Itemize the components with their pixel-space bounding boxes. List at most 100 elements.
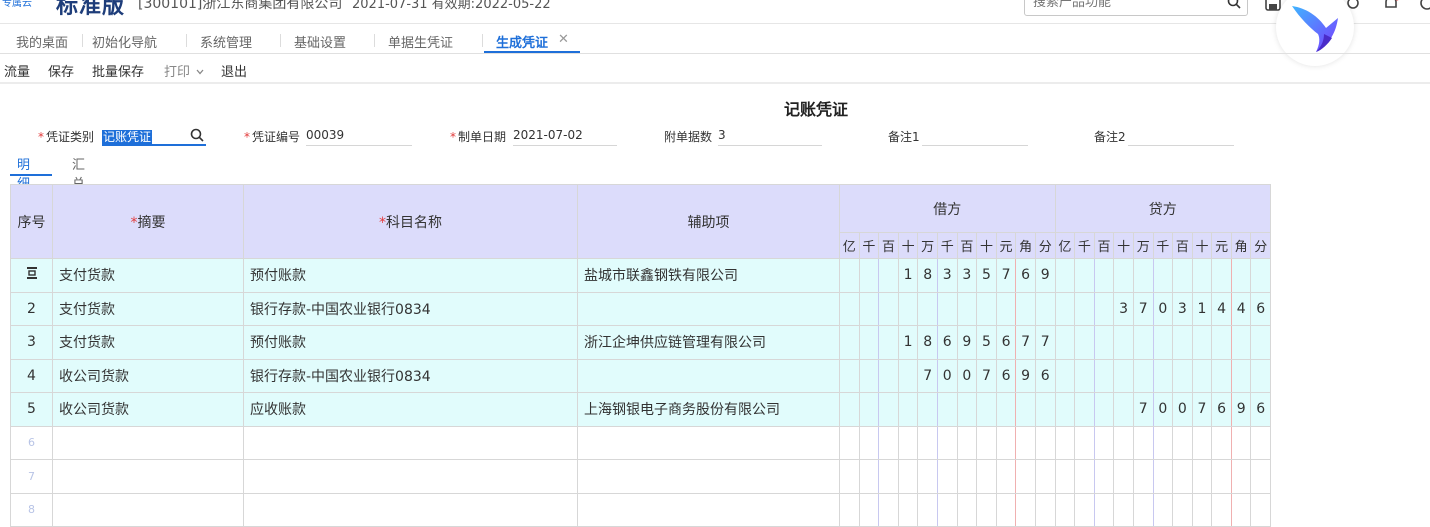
voucher-type-field[interactable]: 记账凭证	[102, 128, 206, 146]
attachment-count-field[interactable]: 3	[718, 128, 822, 146]
empty-cell[interactable]	[577, 425, 840, 460]
empty-digit-cell[interactable]	[936, 492, 958, 527]
empty-digit-cell[interactable]	[1230, 425, 1252, 460]
credit-digit-cell[interactable]	[1054, 325, 1076, 360]
voucher-row[interactable]: 5 收公司货款 应收账款 上海钢银电子商务股份有限公司 7 0 0 7 6 9 6	[10, 392, 1272, 427]
row-aux-cell[interactable]	[577, 291, 840, 326]
empty-digit-cell[interactable]	[995, 492, 1017, 527]
credit-digit-cell[interactable]	[1113, 392, 1134, 427]
row-summary-cell[interactable]: 支付货款	[52, 258, 244, 293]
debit-digit-cell[interactable]: 1	[897, 325, 919, 360]
debit-digit-cell[interactable]	[858, 325, 880, 360]
empty-digit-cell[interactable]	[995, 425, 1017, 460]
credit-digit-cell[interactable]	[1191, 358, 1213, 393]
empty-digit-cell[interactable]	[1230, 492, 1252, 527]
empty-digit-cell[interactable]	[1211, 425, 1232, 460]
debit-digit-cell[interactable]	[917, 291, 938, 326]
credit-digit-cell[interactable]	[1211, 325, 1232, 360]
debit-digit-cell[interactable]	[878, 291, 899, 326]
credit-digit-cell[interactable]	[1230, 325, 1252, 360]
empty-cell[interactable]	[52, 492, 244, 527]
debit-digit-cell[interactable]	[858, 258, 880, 293]
empty-digit-cell[interactable]	[1034, 459, 1056, 494]
debit-digit-cell[interactable]: 6	[995, 358, 1017, 393]
credit-digit-cell[interactable]	[1093, 392, 1115, 427]
credit-digit-cell[interactable]: 4	[1211, 291, 1232, 326]
empty-digit-cell[interactable]	[1132, 492, 1154, 527]
credit-digit-cell[interactable]: 3	[1113, 291, 1134, 326]
credit-digit-cell[interactable]	[1191, 325, 1213, 360]
credit-digit-cell[interactable]	[1152, 325, 1174, 360]
empty-digit-cell[interactable]	[1152, 425, 1174, 460]
debit-digit-cell[interactable]	[995, 291, 1017, 326]
empty-digit-cell[interactable]	[1191, 425, 1213, 460]
debit-digit-cell[interactable]	[1034, 291, 1056, 326]
debit-digit-cell[interactable]	[878, 325, 899, 360]
empty-digit-cell[interactable]	[976, 459, 997, 494]
empty-digit-cell[interactable]	[897, 425, 919, 460]
row-account-cell[interactable]: 银行存款-中国农业银行0834	[243, 358, 578, 393]
debit-digit-cell[interactable]: 7	[1034, 325, 1056, 360]
row-account-cell[interactable]: 预付账款	[243, 258, 578, 293]
debit-digit-cell[interactable]	[839, 291, 860, 326]
credit-digit-cell[interactable]: 3	[1172, 291, 1193, 326]
debit-digit-cell[interactable]: 7	[1015, 325, 1036, 360]
print-button[interactable]: 打印	[164, 61, 204, 80]
empty-digit-cell[interactable]	[897, 492, 919, 527]
tab-system-mgmt[interactable]: 系统管理	[200, 32, 252, 51]
empty-digit-cell[interactable]	[1191, 492, 1213, 527]
voucher-number-field[interactable]: 00039	[306, 128, 412, 146]
credit-digit-cell[interactable]: 7	[1132, 392, 1154, 427]
empty-digit-cell[interactable]	[1015, 425, 1036, 460]
row-aux-cell[interactable]: 上海钢银电子商务股份有限公司	[577, 392, 840, 427]
credit-digit-cell[interactable]	[1074, 358, 1095, 393]
empty-digit-cell[interactable]	[1093, 425, 1115, 460]
debit-digit-cell[interactable]: 3	[956, 258, 978, 293]
empty-digit-cell[interactable]	[995, 459, 1017, 494]
empty-digit-cell[interactable]	[1132, 459, 1154, 494]
debit-digit-cell[interactable]	[878, 392, 899, 427]
credit-digit-cell[interactable]: 7	[1132, 291, 1154, 326]
empty-digit-cell[interactable]	[956, 459, 978, 494]
row-account-cell[interactable]: 应收账款	[243, 392, 578, 427]
empty-digit-cell[interactable]	[1054, 459, 1076, 494]
credit-digit-cell[interactable]	[1054, 358, 1076, 393]
empty-digit-cell[interactable]	[1152, 492, 1174, 527]
credit-digit-cell[interactable]: 4	[1230, 291, 1252, 326]
debit-digit-cell[interactable]	[956, 392, 978, 427]
empty-digit-cell[interactable]	[1211, 492, 1232, 527]
debit-digit-cell[interactable]: 9	[956, 325, 978, 360]
empty-digit-cell[interactable]	[1250, 492, 1272, 527]
debit-digit-cell[interactable]: 5	[976, 258, 997, 293]
empty-digit-cell[interactable]	[917, 492, 938, 527]
debit-digit-cell[interactable]: 9	[1034, 258, 1056, 293]
empty-digit-cell[interactable]	[936, 425, 958, 460]
empty-digit-cell[interactable]	[917, 459, 938, 494]
empty-cell[interactable]	[577, 492, 840, 527]
credit-digit-cell[interactable]	[1211, 358, 1232, 393]
credit-digit-cell[interactable]	[1093, 291, 1115, 326]
debit-digit-cell[interactable]: 3	[936, 258, 958, 293]
empty-digit-cell[interactable]	[839, 492, 860, 527]
credit-digit-cell[interactable]	[1113, 358, 1134, 393]
debit-digit-cell[interactable]	[858, 358, 880, 393]
debit-digit-cell[interactable]	[839, 325, 860, 360]
credit-digit-cell[interactable]	[1074, 258, 1095, 293]
credit-digit-cell[interactable]	[1152, 258, 1174, 293]
row-insert-icon[interactable]	[25, 266, 39, 280]
tab-init-guide[interactable]: 初始化导航	[92, 32, 157, 51]
empty-digit-cell[interactable]	[1034, 492, 1056, 527]
debit-digit-cell[interactable]: 9	[1015, 358, 1036, 393]
empty-cell[interactable]	[243, 425, 578, 460]
voucher-row-empty[interactable]: 8	[10, 492, 1272, 527]
credit-digit-cell[interactable]	[1093, 325, 1115, 360]
tab-generate-voucher[interactable]: 生成凭证	[496, 32, 548, 51]
row-index[interactable]: 5	[10, 392, 53, 427]
credit-digit-cell[interactable]	[1093, 358, 1115, 393]
debit-digit-cell[interactable]	[897, 291, 919, 326]
empty-digit-cell[interactable]	[1211, 459, 1232, 494]
tab-my-desktop[interactable]: 我的桌面	[16, 32, 68, 51]
empty-digit-cell[interactable]	[1015, 459, 1036, 494]
empty-digit-cell[interactable]	[1191, 459, 1213, 494]
help-icon[interactable]	[1418, 0, 1430, 12]
